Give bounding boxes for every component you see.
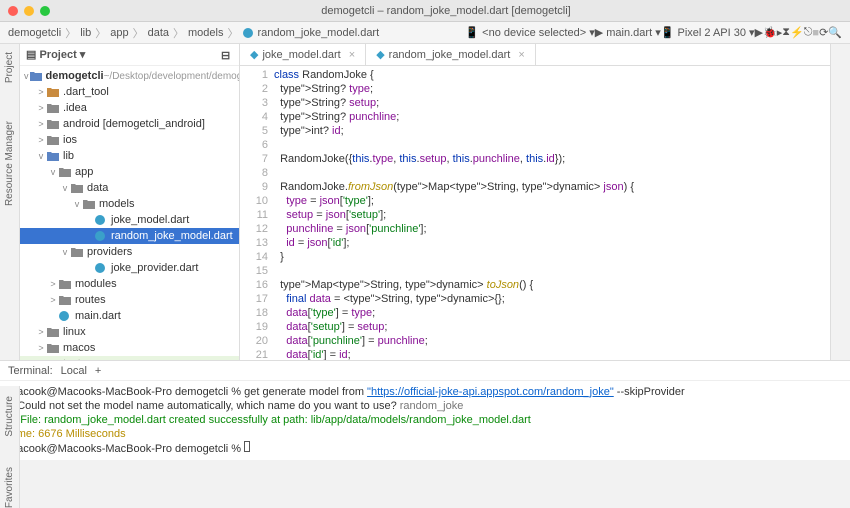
terminal-panel: Terminal: Local + macook@Macooks-MacBook… [0,360,850,460]
breadcrumb-item[interactable]: app [110,27,128,39]
debug-button[interactable]: 🐞 [763,26,777,39]
question-text: Could not set the model name automatical… [17,400,400,412]
dart-run-icon: ▶ [595,27,603,39]
minimize-window-icon[interactable] [24,6,34,16]
tree-node[interactable]: >modules [20,276,239,292]
device-selector[interactable]: 📱 <no device selected> ▾ [465,26,594,39]
tree-node[interactable]: >test [20,356,239,360]
line-numbers: 123456789101112131415161718192021 [240,66,274,360]
collapse-all-icon[interactable]: ⊟ [221,49,233,61]
tree-node[interactable]: >macos [20,340,239,356]
dart-file-icon [242,27,254,39]
close-tab-icon[interactable]: × [518,49,524,61]
tree-node[interactable]: >routes [20,292,239,308]
attach-button[interactable]: ⎋ [804,26,813,39]
phone-icon: 📱 [661,27,675,39]
profile-button[interactable]: ⧗ [782,26,790,39]
breadcrumb-item[interactable]: data [148,27,169,39]
window-controls [8,6,50,16]
code-lines[interactable]: class RandomJoke { type">String? type; t… [274,66,634,360]
stop-button[interactable]: ■ [812,27,819,39]
prompt: macook@Macooks-MacBook-Pro demogetcli % [8,386,244,398]
right-tool-tabs [830,44,850,360]
zoom-window-icon[interactable] [40,6,50,16]
project-tool-tab[interactable]: Project [4,48,15,87]
close-window-icon[interactable] [8,6,18,16]
main-area: Project Resource Manager ▤ Project ▾ ⊟ v… [0,44,850,360]
timing-text: Time: 6676 Milliseconds [8,427,842,441]
search-button[interactable]: 🔍 [828,26,842,39]
project-view-selector[interactable]: ▤ Project ▾ [26,48,85,61]
run-button[interactable]: ▶ [755,26,763,39]
titlebar: demogetcli – random_joke_model.dart [dem… [0,0,850,22]
terminal-header: Terminal: Local + [0,361,850,381]
answer-text: random_joke [400,400,464,412]
dart-file-icon: ◆ [250,48,258,61]
editor-tab-label: random_joke_model.dart [389,49,511,61]
project-panel-header: ▤ Project ▾ ⊟ [20,44,239,66]
run-config-label: main.dart [606,27,652,39]
breadcrumb-item[interactable]: models [188,27,223,39]
breadcrumb-item[interactable]: demogetcli [8,27,61,39]
device-selector-label: <no device selected> [482,27,586,39]
favorites-tool-tab[interactable]: Favorites [4,467,15,508]
editor-tabs: ◆ joke_model.dart × ◆ random_joke_model.… [240,44,830,66]
tree-root[interactable]: vdemogetcli ~/Desktop/development/demoge… [20,68,239,84]
emulator-label: Pixel 2 API 30 [677,27,746,39]
terminal-title: Terminal: [8,365,53,377]
code-editor[interactable]: 123456789101112131415161718192021 class … [240,66,830,360]
tree-node[interactable]: vmodels [20,196,239,212]
emulator-selector[interactable]: 📱 Pixel 2 API 30 ▾ [661,26,755,39]
new-session-button[interactable]: + [95,365,101,377]
editor-tab-label: joke_model.dart [262,49,340,61]
tree-node[interactable]: vdata [20,180,239,196]
hot-reload-button[interactable]: ⚡ [790,26,804,39]
breadcrumb-item[interactable]: random_joke_model.dart [257,27,379,39]
left-tool-tabs: Project Resource Manager [0,44,20,360]
window-title: demogetcli – random_joke_model.dart [dem… [50,5,842,17]
editor-tab[interactable]: ◆ joke_model.dart × [240,44,366,65]
tree-node[interactable]: >android [demogetcli_android] [20,116,239,132]
tree-node[interactable]: random_joke_model.dart [20,228,239,244]
breadcrumb: demogetcli〉 lib〉 app〉 data〉 models〉 rand… [0,22,850,44]
tree-node[interactable]: vproviders [20,244,239,260]
editor-tab[interactable]: ◆ random_joke_model.dart × [366,44,536,65]
tree-node[interactable]: >linux [20,324,239,340]
project-panel: ▤ Project ▾ ⊟ vdemogetcli ~/Desktop/deve… [20,44,240,360]
structure-tool-tab[interactable]: Structure [4,396,15,437]
terminal-body[interactable]: macook@Macooks-MacBook-Pro demogetcli % … [0,381,850,460]
command-text: --skipProvider [614,386,685,398]
prompt: macook@Macooks-MacBook-Pro demogetcli % [8,443,244,455]
command-text: get generate model from [244,386,367,398]
cursor [244,441,250,452]
tree-node[interactable]: >ios [20,132,239,148]
resource-manager-tool-tab[interactable]: Resource Manager [4,117,15,210]
tree-node[interactable]: main.dart [20,308,239,324]
tree-node[interactable]: joke_provider.dart [20,260,239,276]
dart-file-icon: ◆ [376,48,384,61]
tree-node[interactable]: vapp [20,164,239,180]
phone-icon: 📱 [465,27,479,39]
close-tab-icon[interactable]: × [349,49,355,61]
tree-node[interactable]: >.idea [20,100,239,116]
git-update-button[interactable]: ⟳ [819,26,828,39]
tree-node[interactable]: vlib [20,148,239,164]
run-config-selector[interactable]: ▶ main.dart ▾ [595,26,661,39]
tree-node[interactable]: >.dart_tool [20,84,239,100]
tree-node[interactable]: joke_model.dart [20,212,239,228]
url-text[interactable]: "https://official-joke-api.appspot.com/r… [367,386,614,398]
project-tree[interactable]: vdemogetcli ~/Desktop/development/demoge… [20,66,239,360]
left-tool-tabs-bottom: Structure Favorites [0,386,20,508]
terminal-session-tab[interactable]: Local [61,365,87,377]
editor-area: ◆ joke_model.dart × ◆ random_joke_model.… [240,44,830,360]
success-text: File: random_joke_model.dart created suc… [20,414,531,426]
breadcrumb-item[interactable]: lib [80,27,91,39]
